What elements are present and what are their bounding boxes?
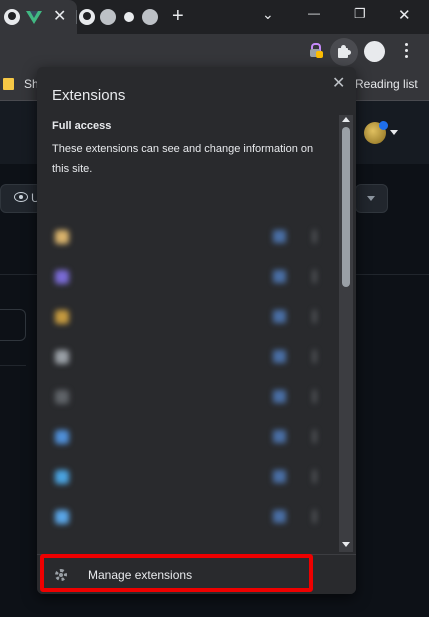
input-box[interactable] xyxy=(0,309,26,341)
window-close-icon[interactable]: ✕ xyxy=(398,6,411,24)
popup-title: Extensions xyxy=(52,87,126,104)
extension-icon xyxy=(55,470,69,484)
close-tab-icon[interactable]: ✕ xyxy=(53,9,66,25)
manage-extensions-button[interactable]: Manage extensions xyxy=(37,554,356,594)
chevron-down-icon xyxy=(367,196,375,201)
pin-icon[interactable] xyxy=(273,310,286,323)
more-icon[interactable] xyxy=(313,230,316,243)
folder-icon xyxy=(3,78,14,90)
manage-extensions-label: Manage extensions xyxy=(88,568,193,582)
pin-icon[interactable] xyxy=(273,350,286,363)
eye-icon xyxy=(14,192,28,202)
extension-row[interactable] xyxy=(47,417,337,457)
pin-icon[interactable] xyxy=(273,270,286,283)
more-icon[interactable] xyxy=(313,350,316,363)
pin-icon[interactable] xyxy=(273,430,286,443)
globe-icon[interactable] xyxy=(100,9,116,25)
tab-search-icon[interactable]: ⌄ xyxy=(262,6,274,23)
restore-icon[interactable]: ❐ xyxy=(354,6,366,22)
extension-icon xyxy=(55,350,69,364)
extension-icon xyxy=(55,310,69,324)
close-icon[interactable]: ✕ xyxy=(332,73,345,93)
more-icon[interactable] xyxy=(313,430,316,443)
extension-row[interactable] xyxy=(47,377,337,417)
chevron-down-icon[interactable] xyxy=(390,130,398,135)
profile-avatar[interactable] xyxy=(364,41,385,62)
more-icon[interactable] xyxy=(313,390,316,403)
extension-icon xyxy=(55,430,69,444)
section-description: These extensions can see and change info… xyxy=(52,143,314,175)
pin-icon[interactable] xyxy=(273,470,286,483)
menu-icon[interactable] xyxy=(405,43,409,61)
pin-icon[interactable] xyxy=(273,390,286,403)
minimize-icon[interactable]: — xyxy=(308,6,320,20)
gear-icon xyxy=(55,569,67,581)
extension-lock-icon[interactable] xyxy=(308,43,323,58)
swirl-icon[interactable] xyxy=(121,9,137,25)
section-heading: Full access xyxy=(52,120,112,132)
status-dot xyxy=(379,121,388,130)
extension-icon xyxy=(55,270,69,284)
extension-row[interactable] xyxy=(47,257,337,297)
extension-list xyxy=(47,207,337,557)
more-icon[interactable] xyxy=(313,470,316,483)
divider xyxy=(0,365,26,366)
pin-icon[interactable] xyxy=(273,510,286,523)
extension-icon xyxy=(55,230,69,244)
extension-icon xyxy=(55,390,69,404)
tab-separator xyxy=(76,10,77,24)
github-icon xyxy=(4,9,20,25)
extensions-button[interactable] xyxy=(330,38,358,66)
more-icon[interactable] xyxy=(313,510,316,523)
puzzle-icon xyxy=(337,45,351,59)
extension-icon xyxy=(55,510,69,524)
globe-icon[interactable] xyxy=(142,9,158,25)
reading-list[interactable]: Reading list xyxy=(355,77,418,91)
scrollbar[interactable] xyxy=(339,115,353,552)
new-tab-icon[interactable]: + xyxy=(172,5,184,28)
more-icon[interactable] xyxy=(313,310,316,323)
extensions-popup: Extensions ✕ Full access These extension… xyxy=(37,67,356,594)
extension-row[interactable] xyxy=(47,337,337,377)
extension-row[interactable] xyxy=(47,217,337,257)
pin-icon[interactable] xyxy=(273,230,286,243)
more-icon[interactable] xyxy=(313,270,316,283)
scroll-up-icon[interactable] xyxy=(342,117,350,122)
extension-row[interactable] xyxy=(47,497,337,537)
scroll-down-icon[interactable] xyxy=(342,542,350,547)
scrollbar-thumb[interactable] xyxy=(342,127,350,287)
extension-row[interactable] xyxy=(47,297,337,337)
vue-icon xyxy=(26,9,42,25)
github-icon[interactable] xyxy=(79,9,95,25)
extension-row[interactable] xyxy=(47,457,337,497)
